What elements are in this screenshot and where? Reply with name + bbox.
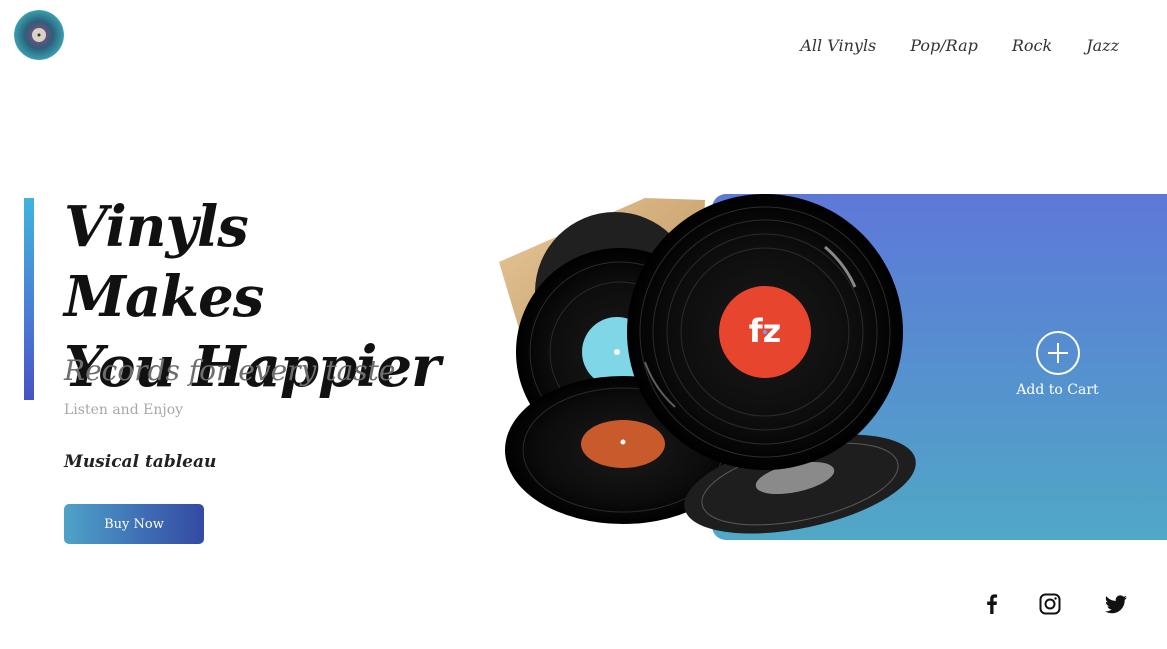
site-logo[interactable]	[14, 10, 64, 60]
add-to-cart-label: Add to Cart	[1016, 382, 1099, 398]
vinyl-records-image: fz	[499, 194, 916, 534]
plus-circle-icon	[1035, 331, 1080, 375]
brand-name: Musical tableau	[64, 452, 217, 472]
main-nav: All Vinyls Pop/Rap Rock Jazz	[800, 36, 1119, 55]
facebook-icon[interactable]	[978, 590, 1006, 618]
nav-link-rock[interactable]: Rock	[1012, 36, 1052, 55]
hero-accent-bar	[24, 198, 34, 400]
nav-link-jazz[interactable]: Jazz	[1086, 36, 1119, 55]
hero-title-line-1: Vinyls Makes	[64, 194, 264, 330]
add-to-cart-button[interactable]: Add to Cart	[1010, 330, 1105, 398]
twitter-icon[interactable]	[1102, 590, 1130, 618]
hero-subtitle: Records for every taste	[64, 354, 396, 387]
nav-link-all-vinyls[interactable]: All Vinyls	[800, 36, 876, 55]
instagram-icon[interactable]	[1036, 590, 1064, 618]
hero-tagline: Listen and Enjoy	[64, 402, 184, 418]
vinyl-record-logo-icon	[14, 10, 64, 60]
social-links	[978, 590, 1138, 618]
nav-link-pop-rap[interactable]: Pop/Rap	[910, 36, 978, 55]
buy-now-button[interactable]: Buy Now	[64, 504, 204, 544]
